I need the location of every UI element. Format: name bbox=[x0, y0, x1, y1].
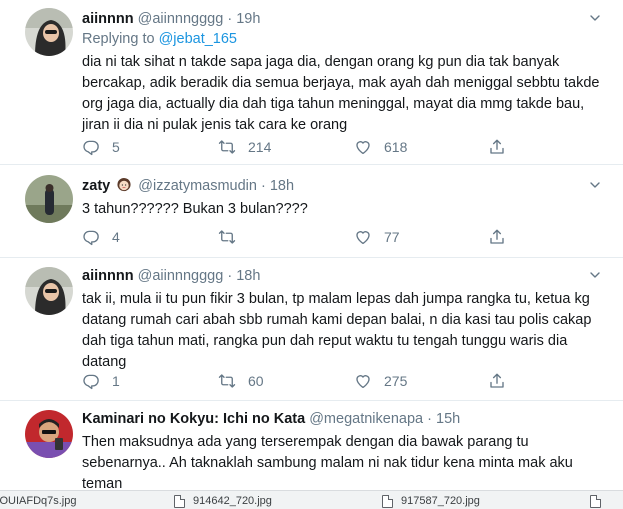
separator-dot: · bbox=[227, 11, 233, 27]
share-button[interactable] bbox=[488, 227, 506, 247]
avatar[interactable] bbox=[25, 175, 73, 223]
tweet-actions: 5 214 618 bbox=[82, 137, 602, 157]
tweet[interactable]: zaty @izzatymasmudin · 18h 3 tahun??????… bbox=[0, 166, 623, 258]
separator-dot: · bbox=[260, 178, 266, 194]
timestamp[interactable]: 18h bbox=[236, 268, 260, 284]
chevron-down-icon[interactable] bbox=[589, 269, 601, 284]
download-filename: 914642_720.jpg bbox=[193, 495, 272, 507]
download-item[interactable]: 914642_720.jpg bbox=[174, 493, 272, 509]
retweet-button[interactable]: 60 bbox=[218, 371, 264, 391]
author-handle[interactable]: @megatnikenapa bbox=[309, 411, 423, 427]
reply-button[interactable]: 1 bbox=[82, 371, 120, 391]
tweet-text: Then maksudnya ada yang terserempak deng… bbox=[82, 434, 573, 490]
file-icon bbox=[590, 494, 601, 508]
tweet-text: tak ii, mula ii tu pun fikir 3 bulan, tp… bbox=[82, 291, 592, 370]
reply-button[interactable]: 5 bbox=[82, 137, 120, 157]
share-icon bbox=[488, 138, 506, 156]
author-handle[interactable]: @aiinnngggg bbox=[138, 268, 224, 284]
heart-icon bbox=[354, 372, 372, 390]
download-filename: 917587_720.jpg bbox=[401, 495, 480, 507]
retweet-count: 60 bbox=[248, 373, 264, 389]
like-button[interactable]: 275 bbox=[354, 371, 407, 391]
timestamp[interactable]: 18h bbox=[270, 178, 294, 194]
tweet[interactable]: Kaminari no Kokyu: Ichi no Kata @megatni… bbox=[0, 402, 623, 490]
avatar[interactable] bbox=[25, 8, 73, 56]
tweet-actions: 1 60 275 bbox=[82, 371, 602, 391]
like-count: 275 bbox=[384, 373, 408, 389]
tweet-actions: 4 77 bbox=[82, 227, 602, 247]
replying-prefix: Replying to bbox=[82, 31, 155, 47]
author-handle[interactable]: @izzatymasmudin bbox=[138, 178, 257, 194]
downloads-bar: gPOUIAFDq7s.jpg 914642_720.jpg 917587_72… bbox=[0, 490, 623, 509]
tweet-text: 3 tahun?????? Bukan 3 bulan???? bbox=[82, 201, 308, 217]
separator-dot: · bbox=[427, 411, 432, 427]
share-icon bbox=[488, 228, 506, 246]
share-button[interactable] bbox=[488, 137, 506, 157]
avatar[interactable] bbox=[25, 267, 73, 315]
tweet[interactable]: aiinnnn @aiinnngggg · 19h Replying to @j… bbox=[0, 0, 623, 165]
reply-button[interactable]: 4 bbox=[82, 227, 120, 247]
retweet-count: 214 bbox=[248, 139, 272, 155]
chevron-down-icon[interactable] bbox=[589, 12, 601, 27]
reply-count: 4 bbox=[112, 229, 120, 245]
replying-to-link[interactable]: @jebat_165 bbox=[159, 31, 237, 47]
separator-dot: · bbox=[227, 268, 233, 284]
reply-icon bbox=[82, 372, 100, 390]
share-button[interactable] bbox=[488, 371, 506, 391]
avatar[interactable] bbox=[25, 410, 73, 458]
retweet-icon bbox=[218, 372, 236, 390]
woman-emoji-icon bbox=[117, 177, 131, 192]
retweet-icon bbox=[218, 138, 236, 156]
tweet-thread: aiinnnn @aiinnngggg · 19h Replying to @j… bbox=[0, 0, 623, 490]
timestamp[interactable]: 19h bbox=[236, 11, 260, 27]
reply-icon bbox=[82, 138, 100, 156]
reply-count: 5 bbox=[112, 139, 120, 155]
tweet-text: dia ni tak sihat n takde sapa jaga dia, … bbox=[82, 54, 600, 133]
timestamp[interactable]: 15h bbox=[436, 411, 460, 427]
download-item[interactable]: 917587_720.jpg bbox=[382, 493, 480, 509]
tweet[interactable]: aiinnnn @aiinnngggg · 18h tak ii, mula i… bbox=[0, 259, 623, 401]
retweet-button[interactable]: 214 bbox=[218, 137, 271, 157]
share-icon bbox=[488, 372, 506, 390]
replying-to: Replying to @jebat_165 bbox=[82, 30, 609, 48]
download-item[interactable] bbox=[590, 493, 609, 509]
like-count: 618 bbox=[384, 139, 408, 155]
reply-icon bbox=[82, 228, 100, 246]
download-item[interactable]: gPOUIAFDq7s.jpg bbox=[0, 493, 76, 509]
file-icon bbox=[174, 494, 185, 508]
retweet-icon bbox=[218, 228, 236, 246]
like-button[interactable]: 77 bbox=[354, 227, 400, 247]
author-name[interactable]: Kaminari no Kokyu: Ichi no Kata bbox=[82, 411, 305, 427]
reply-count: 1 bbox=[112, 373, 120, 389]
author-name[interactable]: aiinnnn bbox=[82, 11, 134, 27]
file-icon bbox=[382, 494, 393, 508]
author-handle[interactable]: @aiinnngggg bbox=[138, 11, 224, 27]
author-name[interactable]: aiinnnn bbox=[82, 268, 134, 284]
like-button[interactable]: 618 bbox=[354, 137, 407, 157]
retweet-button[interactable] bbox=[218, 227, 248, 247]
chevron-down-icon[interactable] bbox=[589, 179, 601, 194]
author-name[interactable]: zaty bbox=[82, 178, 110, 194]
heart-icon bbox=[354, 138, 372, 156]
download-filename: gPOUIAFDq7s.jpg bbox=[0, 495, 77, 507]
heart-icon bbox=[354, 228, 372, 246]
like-count: 77 bbox=[384, 229, 400, 245]
